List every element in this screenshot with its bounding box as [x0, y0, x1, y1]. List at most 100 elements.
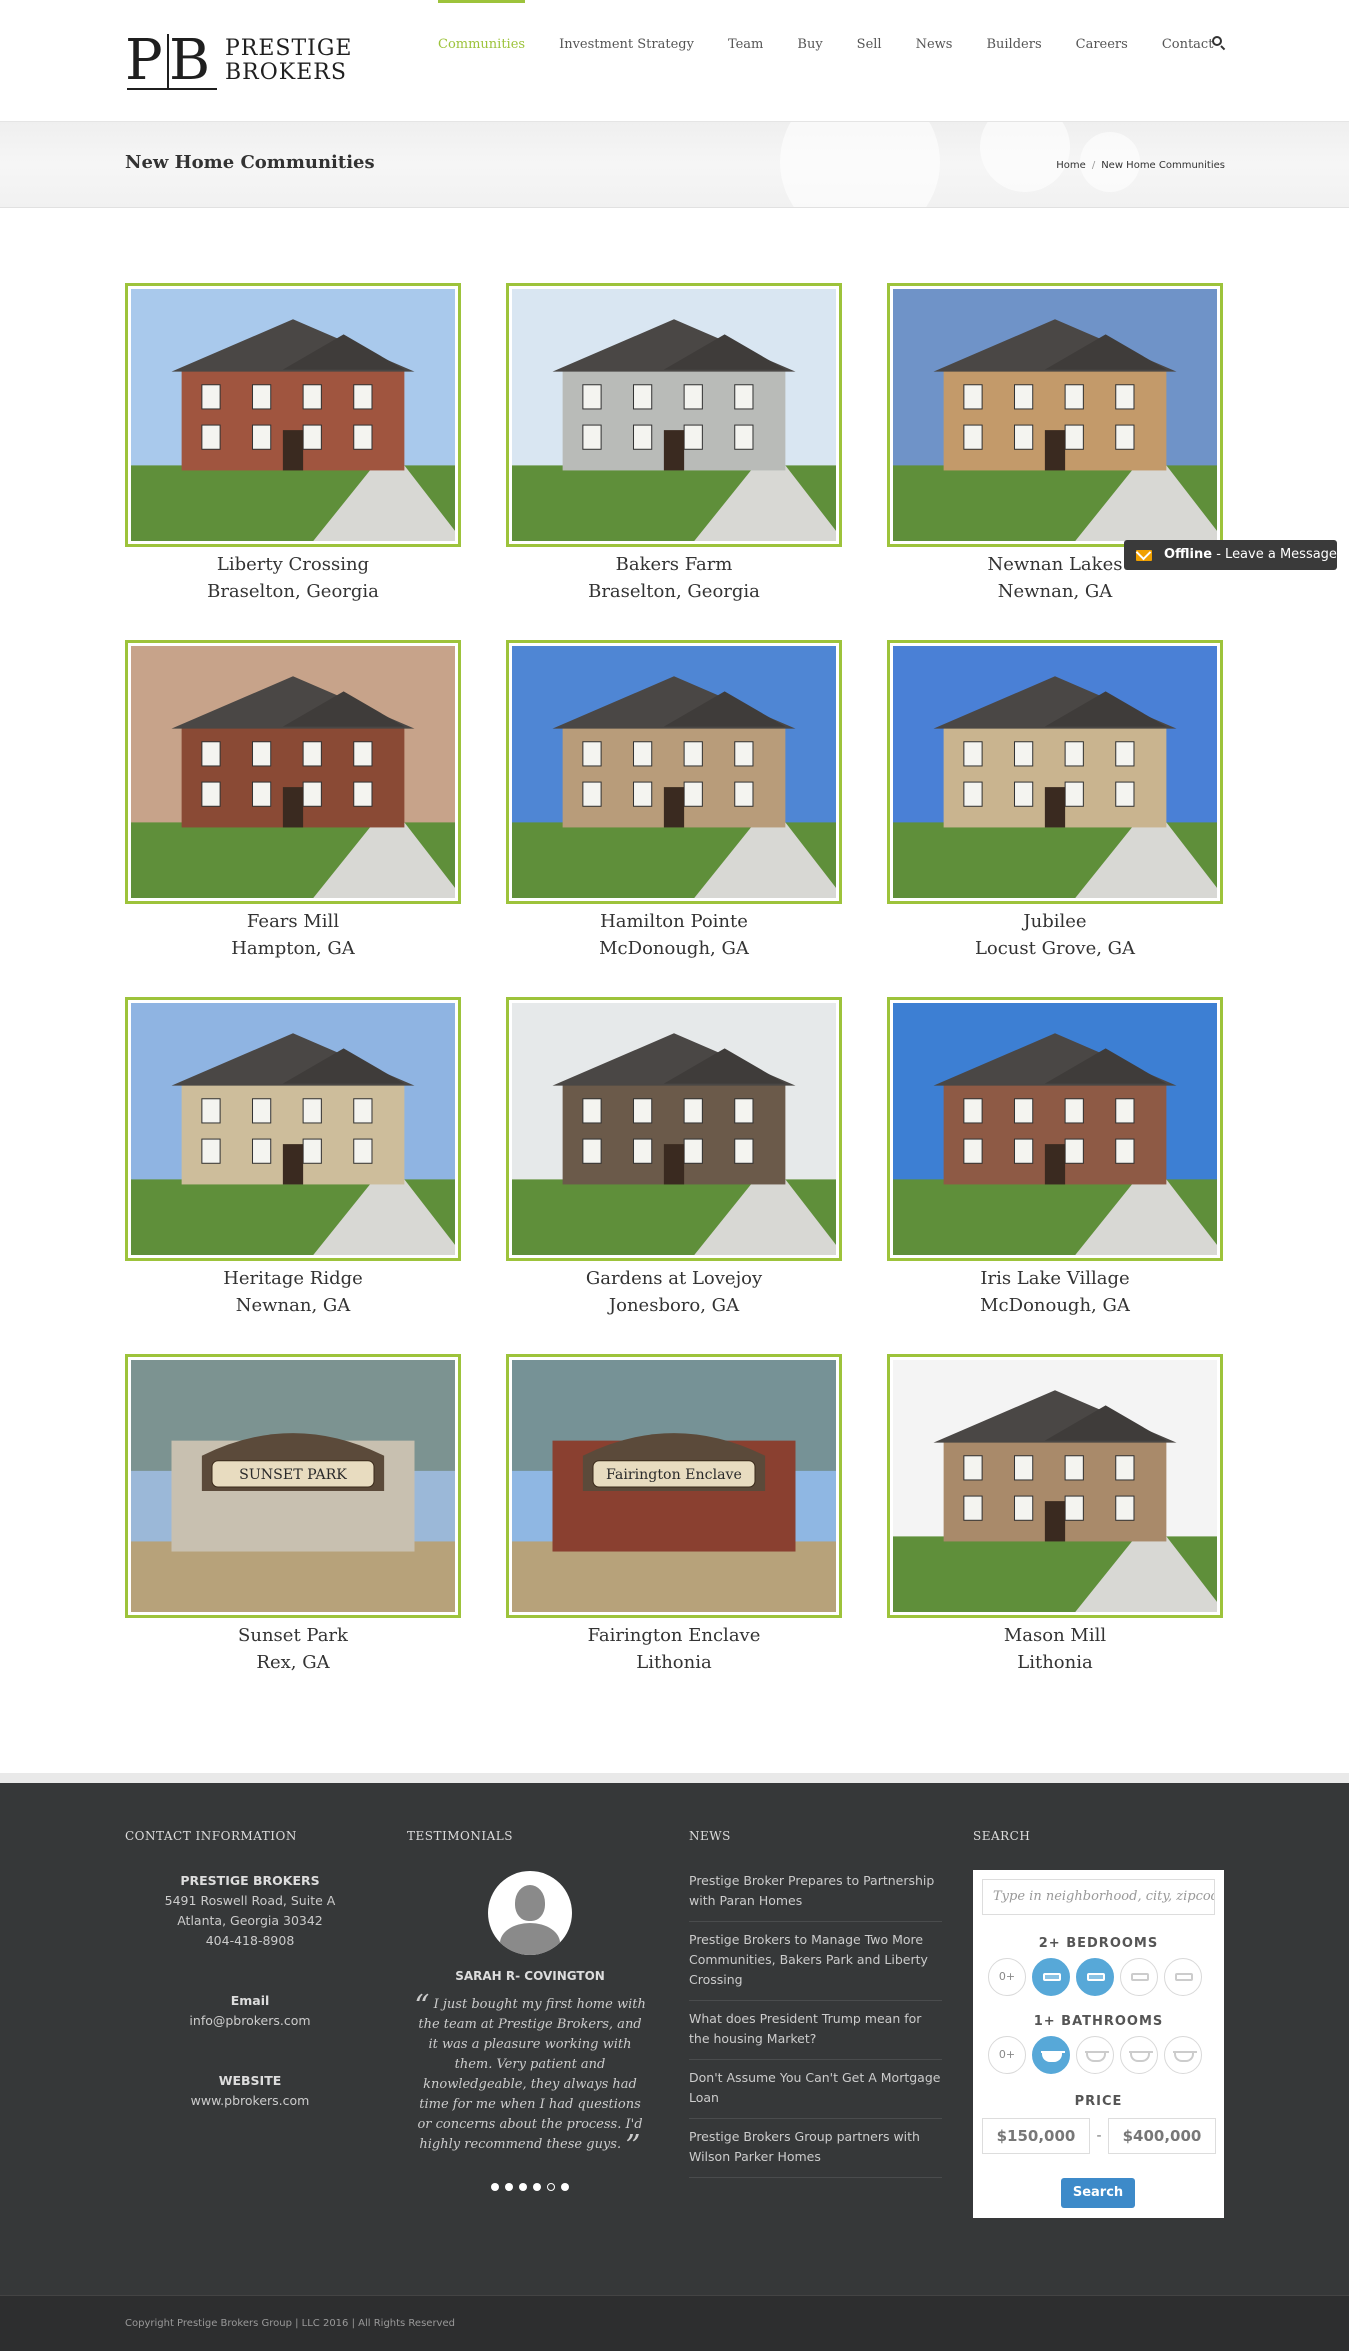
slider-dot[interactable] [533, 2183, 541, 2191]
community-photo[interactable]: Fairington Enclave [506, 1354, 842, 1618]
envelope-icon [1136, 550, 1152, 561]
nav-item-communities[interactable]: Communities [438, 0, 526, 90]
community-name[interactable]: Fears Mill [125, 908, 461, 935]
contact-heading: CONTACT INFORMATION [125, 1829, 297, 1843]
search-icon-handle [1220, 45, 1226, 51]
property-search-widget: Type in neighborhood, city, zipcode 2+ B… [973, 1870, 1224, 2218]
community-name[interactable]: Jubilee [887, 908, 1223, 935]
slider-dot[interactable] [519, 2183, 527, 2191]
price-min-input[interactable]: $150,000 [982, 2118, 1090, 2154]
news-item[interactable]: Prestige Broker Prepares to Partnership … [689, 1869, 942, 1922]
bedrooms-option-2[interactable] [1076, 1958, 1114, 1996]
slider-dot[interactable] [547, 2183, 555, 2191]
logo-letter-p: P [125, 28, 163, 93]
testimonial-author: SARAH R- COVINGTON [455, 1969, 605, 1983]
bedrooms-option-3[interactable] [1120, 1958, 1158, 1996]
community-name[interactable]: Liberty Crossing [125, 551, 461, 578]
email-link[interactable]: info@pbrokers.com [125, 2011, 375, 2031]
bathrooms-option-1[interactable] [1032, 2036, 1070, 2074]
community-photo[interactable] [125, 640, 461, 904]
news-item[interactable]: Don't Assume You Can't Get A Mortgage Lo… [689, 2060, 942, 2119]
community-name[interactable]: Gardens at Lovejoy [506, 1265, 842, 1292]
community-photo[interactable] [506, 283, 842, 547]
community-name[interactable]: Heritage Ridge [125, 1265, 461, 1292]
community-name[interactable]: Mason Mill [887, 1622, 1223, 1649]
slider-dot[interactable] [505, 2183, 513, 2191]
bedrooms-option-1[interactable] [1032, 1958, 1070, 1996]
bathrooms-option-any[interactable]: 0+ [988, 2036, 1026, 2074]
search-icon[interactable] [1212, 36, 1226, 51]
testimonial-quote: “ I just bought my first home with the t… [407, 1992, 653, 2162]
contact-address-block: PRESTIGE BROKERS 5491 Roswell Road, Suit… [125, 1871, 375, 1951]
bed-icon [1131, 1973, 1149, 1981]
close-quote-icon: ” [625, 2129, 641, 2164]
community-location: Lithonia [1017, 1652, 1093, 1673]
news-item[interactable]: What does President Trump mean for the h… [689, 2001, 942, 2060]
community-location: Jonesboro, GA [608, 1295, 740, 1316]
bathtub-icon [1129, 2051, 1153, 2062]
community-name[interactable]: Hamilton Pointe [506, 908, 842, 935]
search-location-input[interactable]: Type in neighborhood, city, zipcode [982, 1879, 1215, 1915]
nav-item-contact[interactable]: Contact [1162, 0, 1214, 90]
price-max-input[interactable]: $400,000 [1108, 2118, 1216, 2154]
bathrooms-option-3[interactable] [1120, 2036, 1158, 2074]
search-icon-lens [1212, 36, 1222, 46]
community-location: Braselton, Georgia [588, 581, 760, 602]
address-line-2: Atlanta, Georgia 30342 [177, 1913, 323, 1928]
breadcrumb-home[interactable]: Home [1056, 160, 1086, 171]
community-photo[interactable] [506, 997, 842, 1261]
slider-dot[interactable] [491, 2183, 499, 2191]
decorative-bokeh [780, 122, 940, 207]
community-location: Hampton, GA [231, 938, 355, 959]
news-heading: NEWS [689, 1829, 731, 1843]
community-name[interactable]: Iris Lake Village [887, 1265, 1223, 1292]
bathtub-icon [1173, 2051, 1197, 2062]
nav-item-team[interactable]: Team [728, 0, 763, 90]
community-card: Heritage Ridge Newnan, GA [125, 997, 461, 1319]
logo-line-2: BROKERS [225, 60, 347, 85]
community-photo[interactable] [125, 283, 461, 547]
community-photo[interactable] [506, 640, 842, 904]
phone-number[interactable]: 404-418-8908 [125, 1931, 375, 1951]
community-card: Gardens at Lovejoy Jonesboro, GA [506, 997, 842, 1319]
community-card: Fears Mill Hampton, GA [125, 640, 461, 962]
testimonial-slider: SARAH R- COVINGTON “ I just bought my fi… [407, 1871, 653, 2191]
community-location: Braselton, Georgia [207, 581, 379, 602]
community-name[interactable]: Fairington Enclave [506, 1622, 842, 1649]
offline-chat-tab[interactable]: Offline - Leave a Message [1124, 540, 1337, 570]
community-photo[interactable] [887, 283, 1223, 547]
news-item[interactable]: Prestige Brokers to Manage Two More Comm… [689, 1922, 942, 2001]
community-photo[interactable]: SUNSET PARK [125, 1354, 461, 1618]
nav-item-buy[interactable]: Buy [797, 0, 822, 90]
breadcrumb-separator: / [1091, 160, 1096, 171]
community-location: McDonough, GA [980, 1295, 1130, 1316]
news-item[interactable]: Prestige Brokers Group partners with Wil… [689, 2119, 942, 2178]
bedrooms-option-any[interactable]: 0+ [988, 1958, 1026, 1996]
community-photo[interactable] [887, 640, 1223, 904]
logo-wordmark: PRESTIGE BROKERS [225, 37, 353, 85]
avatar-body [500, 1923, 560, 1955]
site-footer: CONTACT INFORMATION TESTIMONIALS NEWS SE… [0, 1783, 1349, 2295]
community-card: Liberty Crossing Braselton, Georgia [125, 283, 461, 605]
community-card: Hamilton Pointe McDonough, GA [506, 640, 842, 962]
community-photo[interactable] [887, 1354, 1223, 1618]
bed-icon [1087, 1973, 1105, 1981]
nav-item-careers[interactable]: Careers [1076, 0, 1128, 90]
price-label: PRICE [1074, 2094, 1123, 2109]
community-name[interactable]: Bakers Farm [506, 551, 842, 578]
nav-item-news[interactable]: News [916, 0, 953, 90]
community-photo[interactable] [887, 997, 1223, 1261]
bedrooms-option-4[interactable] [1164, 1958, 1202, 1996]
bathrooms-option-4[interactable] [1164, 2036, 1202, 2074]
website-link[interactable]: www.pbrokers.com [125, 2091, 375, 2111]
community-name[interactable]: Sunset Park [125, 1622, 461, 1649]
nav-item-builders[interactable]: Builders [986, 0, 1041, 90]
bathtub-icon [1041, 2051, 1065, 2062]
community-photo[interactable] [125, 997, 461, 1261]
search-button[interactable]: Search [1061, 2178, 1135, 2208]
brand-logo[interactable]: P B PRESTIGE BROKERS [125, 30, 365, 92]
nav-item-investment-strategy[interactable]: Investment Strategy [559, 0, 694, 90]
slider-dot[interactable] [561, 2183, 569, 2191]
bathrooms-option-2[interactable] [1076, 2036, 1114, 2074]
nav-item-sell[interactable]: Sell [857, 0, 882, 90]
